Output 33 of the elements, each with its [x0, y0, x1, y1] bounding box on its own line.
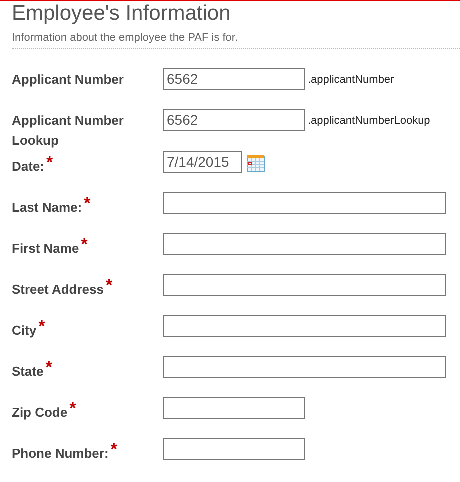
required-mark: * — [46, 153, 54, 172]
date-field[interactable]: 7/14/2015 — [163, 151, 242, 173]
input-field[interactable] — [163, 233, 446, 255]
input-field[interactable]: 6562 — [163, 109, 305, 131]
required-mark: * — [70, 399, 76, 418]
field-label: Street Address — [12, 282, 104, 297]
input-field[interactable] — [163, 397, 305, 419]
field-label: Date: — [12, 159, 45, 174]
required-mark: * — [106, 276, 113, 295]
field-label: Phone Number: — [12, 446, 109, 461]
section-description: Information about the employee the PAF is for. — [12, 32, 460, 49]
calendar-icon[interactable] — [247, 154, 265, 172]
field-label: Applicant Number — [12, 72, 124, 87]
field-label: State — [12, 364, 44, 379]
required-mark: * — [110, 440, 118, 459]
input-field[interactable] — [163, 356, 446, 378]
field-label: Zip Code — [12, 405, 68, 420]
required-mark: * — [46, 358, 52, 377]
field-label: Applicant Number Lookup — [12, 113, 124, 148]
input-field[interactable]: 6562 — [163, 68, 305, 90]
input-field[interactable] — [163, 192, 446, 214]
section-title: Employee's Information — [12, 1, 232, 27]
required-mark: * — [81, 235, 88, 254]
field-binding: .applicantNumberLookup — [308, 115, 430, 127]
input-field[interactable] — [163, 315, 446, 337]
field-label: City — [12, 323, 37, 338]
required-mark: * — [38, 317, 46, 336]
input-field[interactable] — [163, 274, 446, 296]
input-field[interactable] — [163, 438, 305, 460]
field-binding: .applicantNumber — [308, 74, 394, 86]
field-label: First Name — [12, 241, 80, 256]
required-mark: * — [84, 194, 91, 213]
field-label: Last Name: — [12, 200, 82, 215]
